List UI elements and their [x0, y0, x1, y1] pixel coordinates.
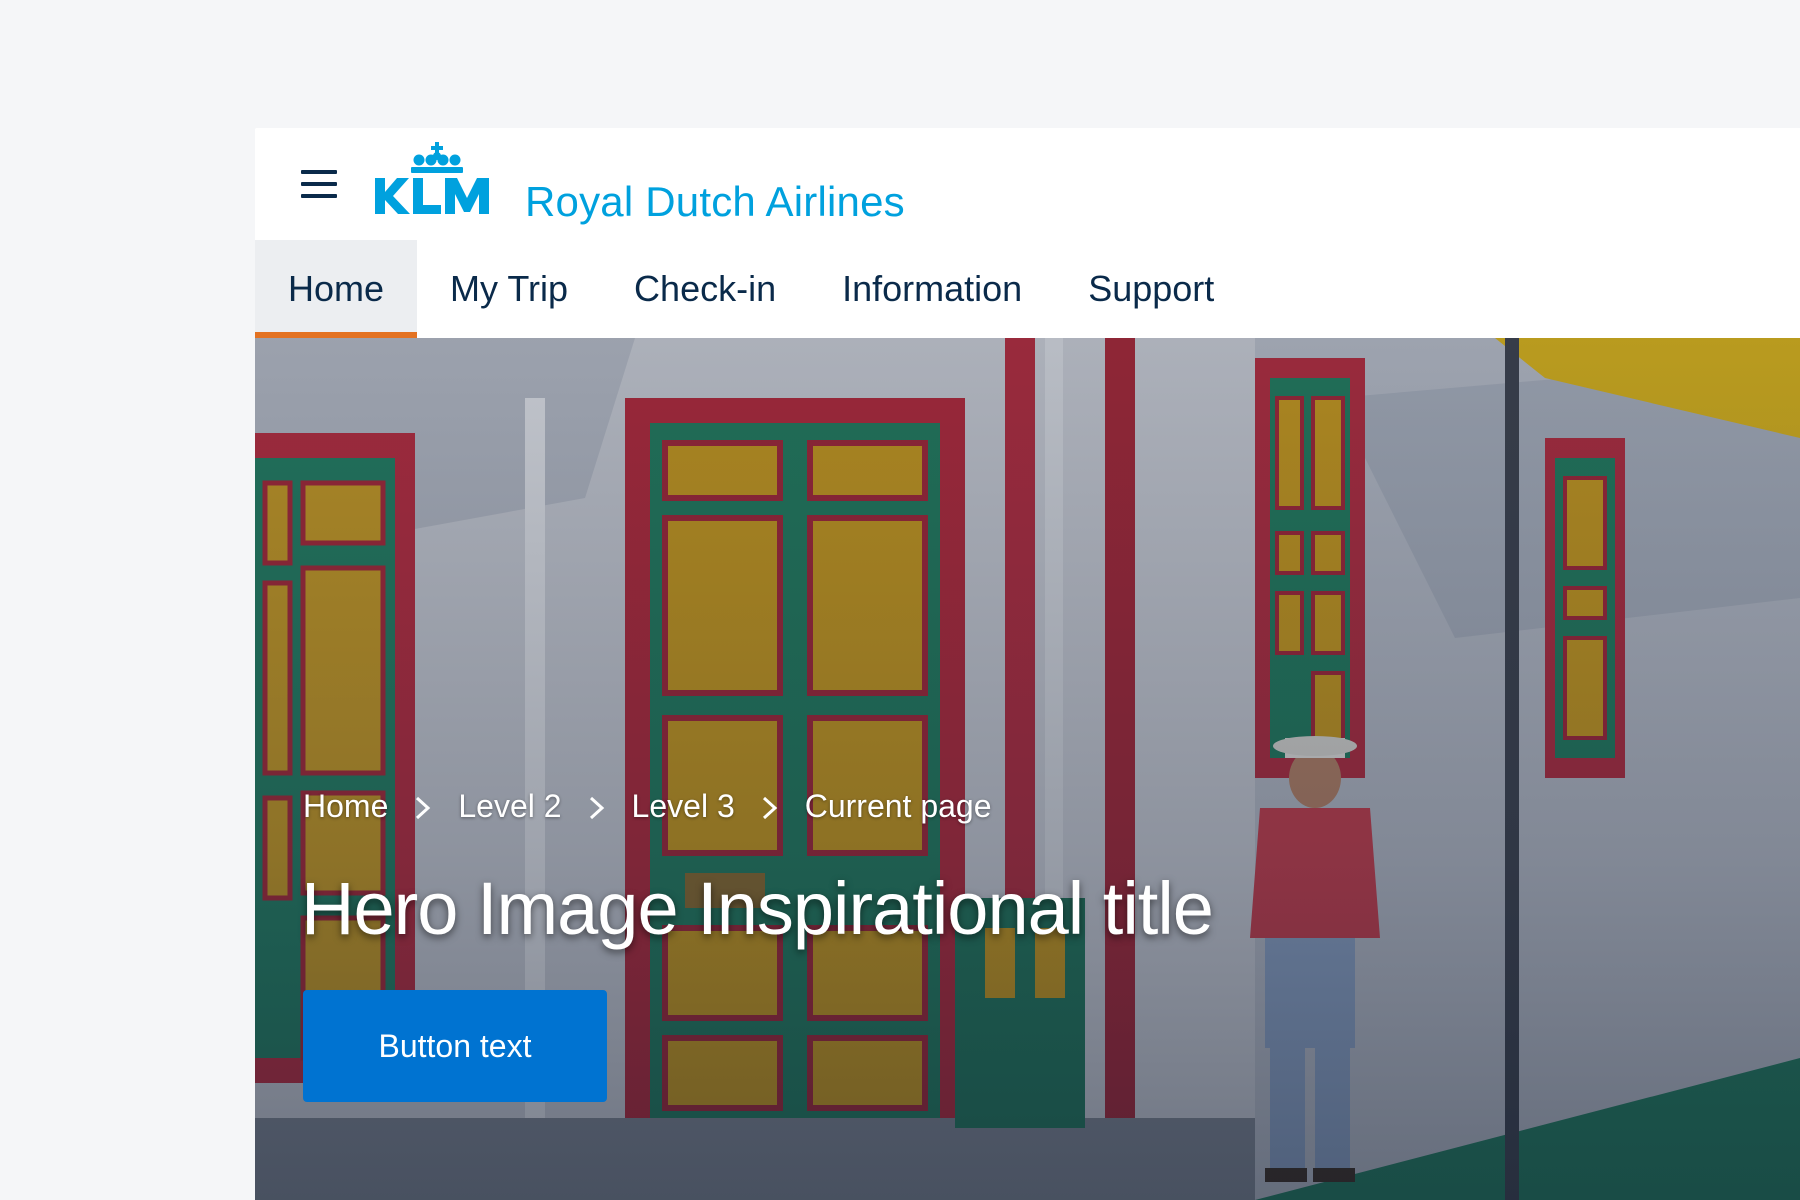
site-header: Royal Dutch Airlines — [255, 128, 1800, 240]
chevron-right-icon — [400, 793, 446, 821]
chevron-right-icon — [747, 793, 793, 821]
brand-name: Royal Dutch Airlines — [525, 178, 905, 225]
breadcrumb-level-2[interactable]: Level 2 — [458, 788, 561, 825]
app-window: Royal Dutch Airlines Home My Trip Check-… — [255, 128, 1800, 1200]
nav-tab-information[interactable]: Information — [809, 240, 1055, 338]
chevron-right-icon — [574, 793, 620, 821]
klm-crown-logo-icon — [375, 142, 489, 214]
breadcrumb-home[interactable]: Home — [303, 788, 388, 825]
main-navigation: Home My Trip Check-in Information Suppor… — [255, 240, 1800, 338]
breadcrumb: Home Level 2 Level 3 Current page — [303, 788, 992, 825]
breadcrumb-current-page: Current page — [804, 788, 992, 824]
nav-tab-my-trip[interactable]: My Trip — [417, 240, 601, 338]
hero-cta-button[interactable]: Button text — [303, 990, 607, 1102]
hamburger-menu-icon[interactable] — [299, 164, 339, 204]
breadcrumb-level-3[interactable]: Level 3 — [632, 788, 735, 825]
klm-logo[interactable] — [373, 142, 503, 222]
hero-title: Hero Image Inspirational title — [301, 867, 1214, 950]
page-background: Royal Dutch Airlines Home My Trip Check-… — [0, 0, 1800, 1200]
nav-tab-support[interactable]: Support — [1055, 240, 1247, 338]
nav-tab-check-in[interactable]: Check-in — [601, 240, 809, 338]
hero-section: Home Level 2 Level 3 Current page Hero I… — [255, 338, 1800, 1200]
nav-tab-home[interactable]: Home — [255, 240, 418, 338]
